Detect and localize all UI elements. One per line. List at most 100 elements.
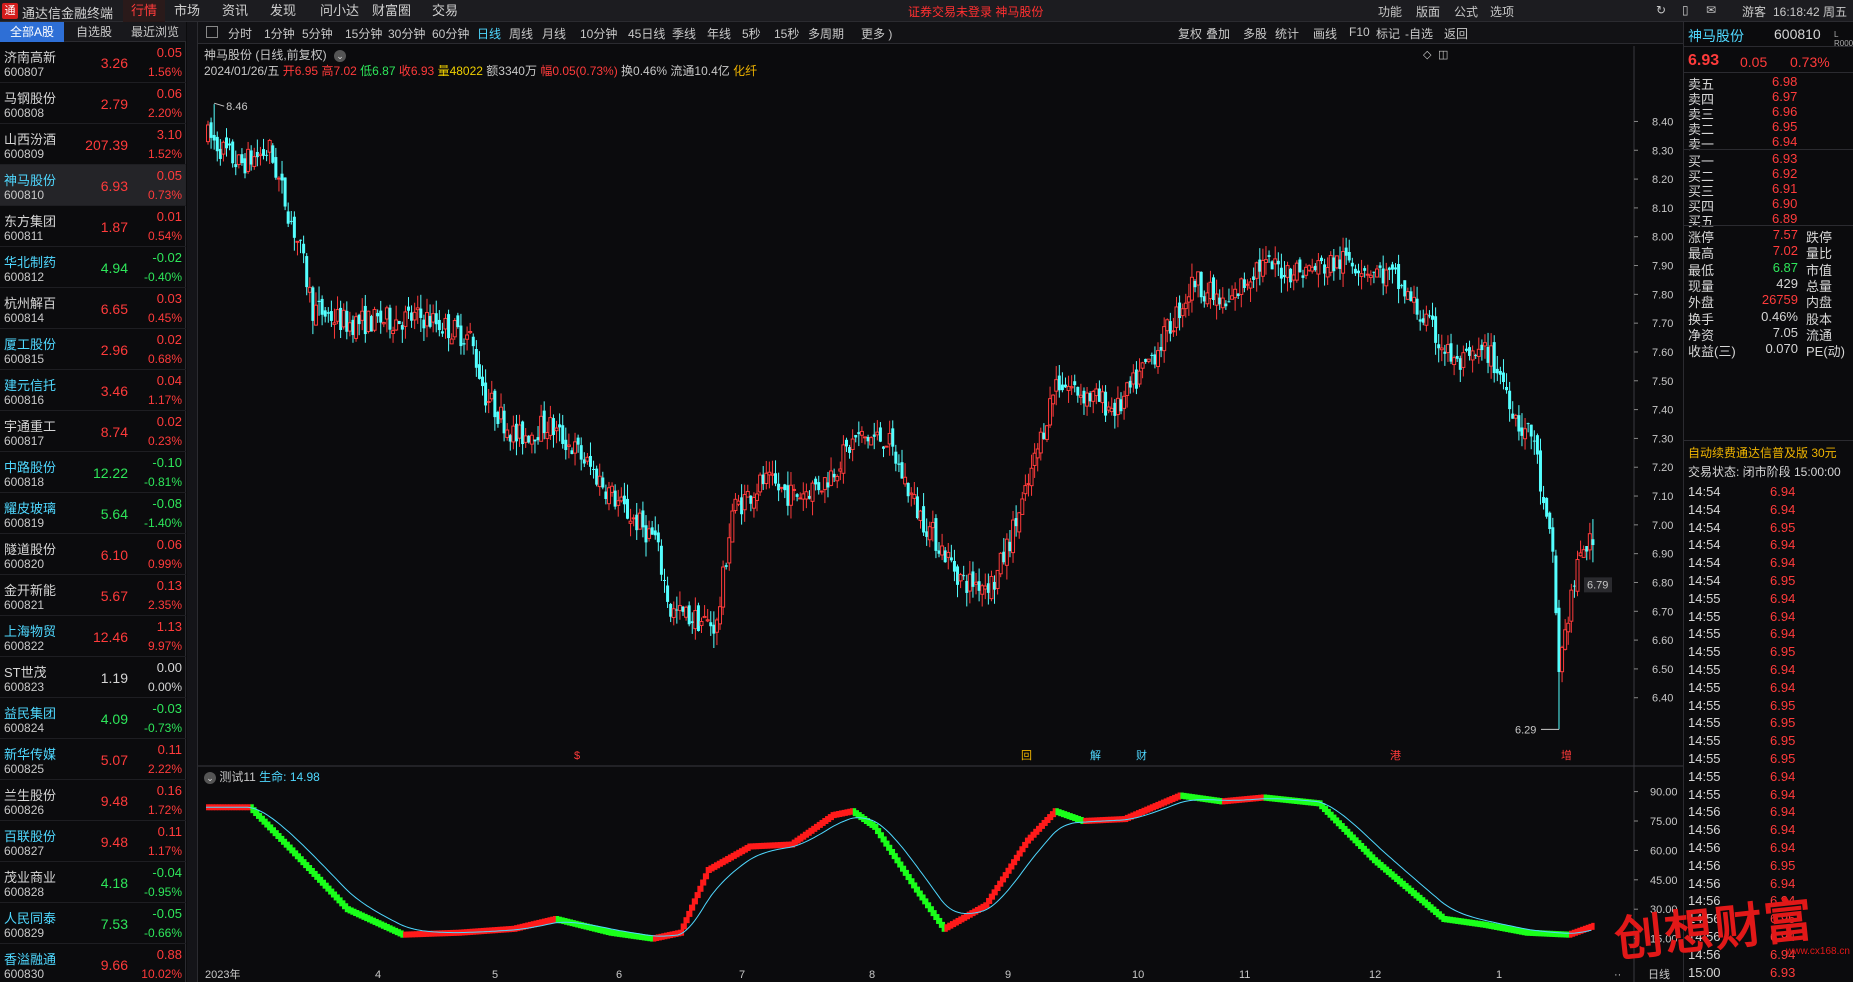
event-marker[interactable]: 增: [1561, 748, 1572, 762]
stock-list-tab-2[interactable]: 最近浏览: [124, 22, 186, 42]
chevron-down-icon[interactable]: ⌄: [334, 50, 347, 62]
menu-item-4[interactable]: 问小达: [312, 0, 367, 22]
chart-tool-1[interactable]: 叠加: [1206, 25, 1230, 42]
chart-tool-0[interactable]: 复权: [1178, 25, 1202, 42]
menu-item-0[interactable]: 行情: [123, 0, 166, 22]
expand-icon[interactable]: ◇: [1423, 49, 1432, 61]
stock-row[interactable]: 金开新能 600821 5.67 0.13 2.35%: [0, 575, 186, 616]
stock-row[interactable]: 宇通重工 600817 8.74 0.02 0.23%: [0, 411, 186, 452]
candle-body: [1587, 533, 1592, 551]
period-tab-6[interactable]: 日线: [477, 25, 501, 42]
tick-row: 14:55 6.94: [1684, 680, 1853, 698]
candle-body: [394, 319, 399, 331]
menu-item-2[interactable]: 资讯: [214, 0, 256, 22]
period-tab-1[interactable]: 1分钟: [264, 25, 295, 42]
period-tab-13[interactable]: 5秒: [742, 25, 761, 42]
phone-icon[interactable]: ▯: [1682, 3, 1689, 17]
kline-chart[interactable]: 8.40 8.30 8.20 8.10 8.00 7.90 7.80 7.70 7.60 7.50…: [198, 46, 1683, 982]
tick-time: 14:56: [1688, 840, 1721, 855]
stock-name: 兰生股份: [4, 788, 57, 803]
indicator-chevron-icon[interactable]: ⌄: [204, 772, 216, 784]
scroll-dots[interactable]: ··: [1614, 969, 1621, 981]
chart-tool-2[interactable]: 多股: [1243, 25, 1267, 42]
chart-tool-3[interactable]: 统计: [1275, 25, 1299, 42]
candle-body: [1088, 392, 1092, 402]
menu-item-5[interactable]: 财富圈: [364, 0, 419, 22]
period-tab-7[interactable]: 周线: [509, 25, 533, 42]
candle-body: [1412, 296, 1417, 303]
indicator-name[interactable]: 测试11: [219, 770, 255, 784]
stock-row[interactable]: 济南高新 600807 3.26 0.05 1.56%: [0, 42, 186, 83]
period-tab-11[interactable]: 季线: [672, 25, 696, 42]
stock-row[interactable]: 马钢股份 600808 2.79 0.06 2.20%: [0, 83, 186, 124]
top-tool-2[interactable]: 公式: [1454, 3, 1478, 20]
layout-icon[interactable]: ◫: [1438, 49, 1448, 61]
top-tool-3[interactable]: 选项: [1490, 3, 1514, 20]
stock-row[interactable]: 益民集团 600824 4.09 -0.03 -0.73%: [0, 698, 186, 739]
period-tab-2[interactable]: 5分钟: [302, 25, 333, 42]
stock-row[interactable]: 隧道股份 600820 6.10 0.06 0.99%: [0, 534, 186, 575]
stock-row[interactable]: 新华传媒 600825 5.07 0.11 2.22%: [0, 739, 186, 780]
period-tab-3[interactable]: 15分钟: [345, 25, 382, 42]
mail-icon[interactable]: ✉: [1706, 3, 1716, 17]
top-tool-1[interactable]: 版面: [1416, 3, 1440, 20]
top-tool-0[interactable]: 功能: [1378, 3, 1402, 20]
stock-row[interactable]: 杭州解百 600814 6.65 0.03 0.45%: [0, 288, 186, 329]
stock-row[interactable]: 兰生股份 600826 9.48 0.16 1.72%: [0, 780, 186, 821]
user-label[interactable]: 游客: [1742, 3, 1766, 20]
period-tab-9[interactable]: 10分钟: [580, 25, 617, 42]
stock-row[interactable]: 东方集团 600811 1.87 0.01 0.54%: [0, 206, 186, 247]
refresh-icon[interactable]: ↻: [1656, 3, 1666, 17]
period-tab-0[interactable]: 分时: [228, 25, 252, 42]
period-tab-8[interactable]: 月线: [542, 25, 566, 42]
stock-row[interactable]: 神马股份 600810 6.93 0.05 0.73%: [0, 165, 186, 206]
stock-list-tab-1[interactable]: 自选股: [64, 22, 124, 42]
stock-row[interactable]: ST世茂 600823 1.19 0.00 0.00%: [0, 657, 186, 698]
sector-label[interactable]: 化纤: [733, 64, 757, 78]
period-tab-10[interactable]: 45日线: [628, 25, 665, 42]
candle-body: [539, 415, 544, 442]
period-tab-15[interactable]: 多周期: [808, 25, 844, 42]
stock-row[interactable]: 山西汾酒 600809 207.39 3.10 1.52%: [0, 124, 186, 165]
event-marker[interactable]: 解: [1090, 748, 1101, 762]
stock-row[interactable]: 香溢融通 600830 9.66 0.88 10.02%: [0, 944, 186, 982]
stock-row[interactable]: 耀皮玻璃 600819 5.64 -0.08 -1.40%: [0, 493, 186, 534]
side-strip[interactable]: [187, 22, 198, 982]
menu-item-1[interactable]: 市场: [166, 0, 208, 22]
event-marker[interactable]: 回: [1021, 749, 1032, 762]
menu-item-3[interactable]: 发现: [262, 0, 304, 22]
chart-tool-4[interactable]: 画线: [1313, 25, 1337, 42]
stock-row[interactable]: 中路股份 600818 12.22 -0.10 -0.81%: [0, 452, 186, 493]
event-marker[interactable]: 港: [1390, 749, 1401, 762]
chart-tool-8[interactable]: 返回: [1444, 25, 1468, 42]
event-marker[interactable]: $: [574, 750, 580, 762]
candle-body: [774, 473, 778, 484]
candle-body: [542, 410, 546, 434]
stock-list-tab-0[interactable]: 全部A股: [0, 22, 64, 42]
panel-menu-icon[interactable]: [206, 26, 218, 38]
menu-item-6[interactable]: 交易: [424, 0, 466, 22]
period-tab-5[interactable]: 60分钟: [432, 25, 469, 42]
stock-price: 4.94: [100, 260, 128, 276]
candle-body: [937, 550, 941, 554]
chart-tool-5[interactable]: F10: [1349, 25, 1370, 39]
stock-row[interactable]: 茂业商业 600828 4.18 -0.04 -0.95%: [0, 862, 186, 903]
stock-row[interactable]: 人民同泰 600829 7.53 -0.05 -0.66%: [0, 903, 186, 944]
stock-row[interactable]: 上海物贸 600822 12.46 1.13 9.97%: [0, 616, 186, 657]
stock-row[interactable]: 华北制药 600812 4.94 -0.02 -0.40%: [0, 247, 186, 288]
stock-row[interactable]: 百联股份 600827 9.48 0.11 1.17%: [0, 821, 186, 862]
event-marker[interactable]: 财: [1136, 748, 1147, 762]
chart-tool-7[interactable]: -自选: [1405, 25, 1433, 42]
period-tab-12[interactable]: 年线: [707, 25, 731, 42]
candle-body: [829, 470, 834, 486]
period-tab-14[interactable]: 15秒: [774, 25, 799, 42]
stock-percent: -0.66%: [143, 926, 182, 940]
login-notice[interactable]: 证券交易未登录 神马股份: [908, 3, 1043, 20]
stock-row[interactable]: 建元信托 600816 3.46 0.04 1.17%: [0, 370, 186, 411]
period-tab-16[interactable]: 更多 ): [861, 25, 892, 42]
stock-name: 百联股份: [4, 829, 57, 844]
stock-row[interactable]: 厦工股份 600815 2.96 0.02 0.68%: [0, 329, 186, 370]
chart-tool-6[interactable]: 标记: [1376, 25, 1400, 42]
promo-banner[interactable]: 自动续费通达信普及版 30元: [1688, 444, 1837, 461]
period-tab-4[interactable]: 30分钟: [388, 25, 425, 42]
